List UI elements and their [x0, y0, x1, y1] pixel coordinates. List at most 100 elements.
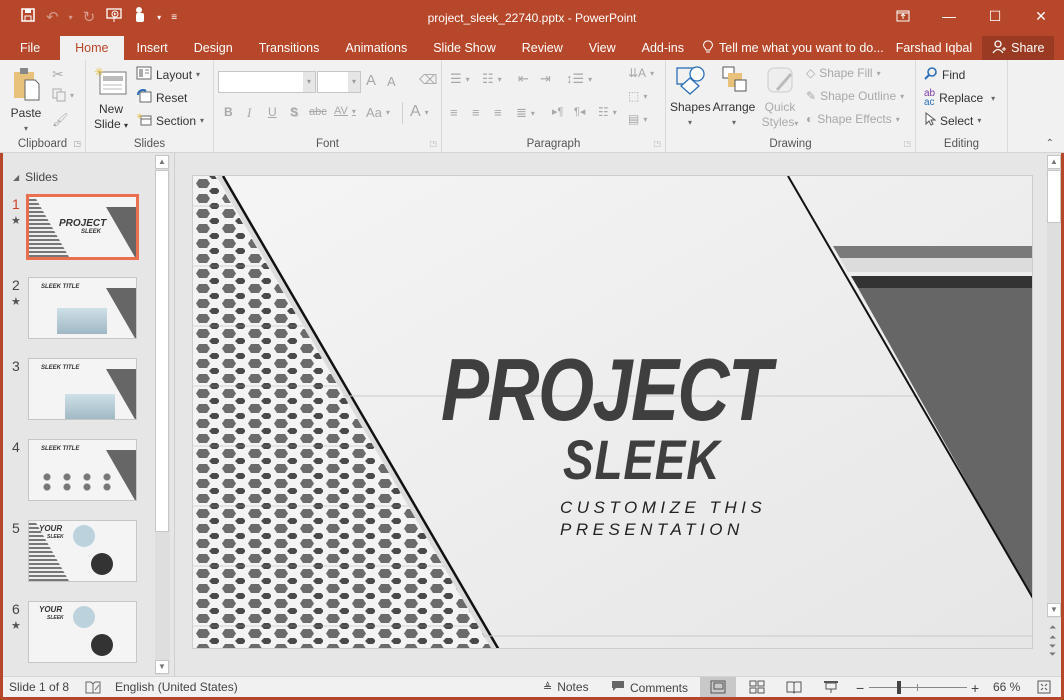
zoom-slider-thumb[interactable]	[897, 681, 902, 694]
ltr-icon[interactable]: ▸¶	[552, 105, 563, 118]
normal-view-button[interactable]	[700, 677, 736, 697]
columns-button[interactable]: ☷ ▾	[598, 105, 617, 119]
ribbon-display-options-icon[interactable]	[880, 0, 926, 32]
tab-review[interactable]: Review	[509, 36, 576, 60]
slide-thumbnail[interactable]: PROJECT SLEEK	[26, 194, 139, 260]
share-button[interactable]: Share	[982, 36, 1055, 60]
arrange-button[interactable]: Arrange ▾	[710, 64, 758, 130]
slide-thumbnail[interactable]: SLEEK TITLE	[28, 358, 137, 420]
tab-design[interactable]: Design	[181, 36, 246, 60]
italic-button[interactable]: I	[247, 105, 251, 121]
scroll-down-icon[interactable]: ▼	[1047, 603, 1061, 617]
dialog-launcher-icon[interactable]: ◳	[653, 139, 661, 148]
format-painter-icon[interactable]: 🖌	[52, 112, 69, 128]
change-case-button[interactable]: Aa ▾	[366, 105, 390, 120]
slide-thumbnail[interactable]: SLEEK TITLE	[28, 277, 137, 339]
slide-thumbnail-row[interactable]: 4 SLEEK TITLE	[8, 439, 148, 509]
strikethrough-button[interactable]: abc	[309, 106, 327, 118]
bold-button[interactable]: B	[224, 105, 233, 119]
align-left-icon[interactable]: ≡	[450, 105, 458, 120]
slide-thumbnail[interactable]: YOUR SLEEK	[28, 601, 137, 663]
shadow-button[interactable]: S	[290, 105, 298, 119]
slide-thumbnail[interactable]: SLEEK TITLE	[28, 439, 137, 501]
layout-button[interactable]: Layout ▾	[136, 66, 200, 83]
section-button[interactable]: ✳ Section ▾	[136, 112, 204, 129]
scrollbar-thumb[interactable]	[1047, 170, 1061, 223]
align-text-button[interactable]: ⬚ ▾	[628, 89, 647, 103]
replace-button[interactable]: ab ac Replace ▾	[924, 89, 995, 108]
clear-formatting-icon[interactable]: ⌫	[419, 72, 437, 88]
slide-thumbnail-row[interactable]: 6 ★ YOUR SLEEK	[8, 601, 148, 671]
line-spacing-button[interactable]: ↕☰ ▾	[566, 71, 592, 87]
smartart-button[interactable]: ▤ ▾	[628, 112, 647, 126]
quick-styles-button[interactable]: Quick Styles▾	[758, 64, 802, 131]
slide-title[interactable]: PROJECT	[441, 346, 772, 434]
paste-button[interactable]: Paste ▾	[8, 66, 44, 136]
slide-counter[interactable]: Slide 1 of 8	[9, 680, 69, 694]
tab-view[interactable]: View	[576, 36, 629, 60]
tab-home[interactable]: Home	[60, 36, 124, 60]
align-center-icon[interactable]: ≡	[472, 105, 480, 120]
scroll-down-icon[interactable]: ▼	[155, 660, 169, 674]
shape-fill-button[interactable]: ◇ Shape Fill ▾	[806, 66, 881, 80]
panel-divider[interactable]	[174, 153, 175, 676]
numbering-button[interactable]: ☷ ▾	[482, 71, 502, 87]
slides-panel-header[interactable]: ◢ Slides	[13, 170, 58, 184]
copy-icon[interactable]: ▾	[52, 88, 74, 102]
zoom-out-button[interactable]: −	[856, 680, 864, 696]
slide-tagline[interactable]: CUSTOMIZE THIS PRESENTATION	[560, 497, 766, 541]
font-color-button[interactable]: A ▾	[410, 103, 429, 121]
bullets-button[interactable]: ☰ ▾	[450, 71, 470, 87]
tab-insert[interactable]: Insert	[124, 36, 181, 60]
new-slide-button[interactable]: ✳ New Slide ▾	[92, 65, 130, 133]
scroll-up-icon[interactable]: ▲	[155, 155, 169, 169]
reset-button[interactable]: Reset	[136, 89, 187, 106]
zoom-level[interactable]: 66 %	[993, 680, 1020, 694]
align-right-icon[interactable]: ≡	[494, 105, 502, 120]
text-direction-button[interactable]: ⇊A ▾	[628, 66, 654, 80]
slideshow-view-icon[interactable]	[823, 680, 839, 694]
shape-outline-button[interactable]: ✎ Shape Outline ▾	[806, 89, 904, 103]
maximize-button[interactable]: ☐	[972, 0, 1018, 32]
shrink-font-button[interactable]: A	[387, 74, 396, 89]
collapse-ribbon-icon[interactable]: ⌃	[1046, 138, 1054, 149]
tab-transitions[interactable]: Transitions	[246, 36, 333, 60]
grow-font-button[interactable]: A	[366, 72, 376, 89]
slide-thumbnail-row[interactable]: 1 ★ PROJECT SLEEK	[8, 194, 148, 266]
fit-to-window-icon[interactable]	[1037, 680, 1051, 694]
slide-thumbnail-row[interactable]: 3 SLEEK TITLE	[8, 358, 148, 428]
character-spacing-button[interactable]: AV ▾	[334, 105, 356, 117]
spell-check-icon[interactable]	[85, 680, 101, 694]
slide-scrollbar[interactable]: ▲ ▼	[1047, 155, 1061, 618]
find-button[interactable]: Find	[924, 66, 965, 83]
reading-view-icon[interactable]	[786, 680, 802, 694]
slide-canvas[interactable]: PROJECT SLEEK CUSTOMIZE THIS PRESENTATIO…	[192, 175, 1033, 649]
dialog-launcher-icon[interactable]: ◳	[903, 139, 911, 148]
decrease-indent-icon[interactable]: ⇤	[518, 71, 529, 87]
slide-thumbnail-row[interactable]: 2 ★ SLEEK TITLE	[8, 277, 148, 347]
notes-button[interactable]: ≜ Notes	[543, 680, 589, 694]
scrollbar-thumb[interactable]	[155, 170, 169, 532]
slide-thumbnail-row[interactable]: 5 YOUR SLEEK	[8, 520, 148, 590]
user-name[interactable]: Farshad Iqbal	[896, 41, 972, 55]
tab-animations[interactable]: Animations	[332, 36, 420, 60]
slide-thumbnail[interactable]: YOUR SLEEK	[28, 520, 137, 582]
thumbnails-scrollbar[interactable]: ▲ ▼	[155, 155, 170, 675]
next-slide-button[interactable]: ⏷ ⏷	[1049, 642, 1056, 659]
minimize-button[interactable]: —	[926, 0, 972, 32]
dialog-launcher-icon[interactable]: ◳	[429, 139, 437, 148]
underline-button[interactable]: U	[268, 105, 277, 119]
zoom-in-button[interactable]: +	[971, 680, 979, 696]
shape-effects-button[interactable]: ◐ Shape Effects ▾	[806, 112, 900, 126]
shapes-button[interactable]: Shapes ▾	[670, 64, 711, 130]
comments-button[interactable]: Comments	[611, 680, 688, 695]
font-size-combo[interactable]: ▾	[317, 71, 361, 93]
justify-button[interactable]: ≣ ▾	[516, 105, 535, 121]
cut-icon[interactable]: ✂	[52, 66, 64, 83]
select-button[interactable]: Select ▾	[924, 111, 981, 129]
tab-slide-show[interactable]: Slide Show	[420, 36, 509, 60]
font-name-combo[interactable]: ▾	[218, 71, 316, 93]
dialog-launcher-icon[interactable]: ◳	[73, 139, 81, 148]
slide-sorter-icon[interactable]	[749, 680, 765, 694]
previous-slide-button[interactable]: ⏶ ⏶	[1049, 622, 1056, 642]
